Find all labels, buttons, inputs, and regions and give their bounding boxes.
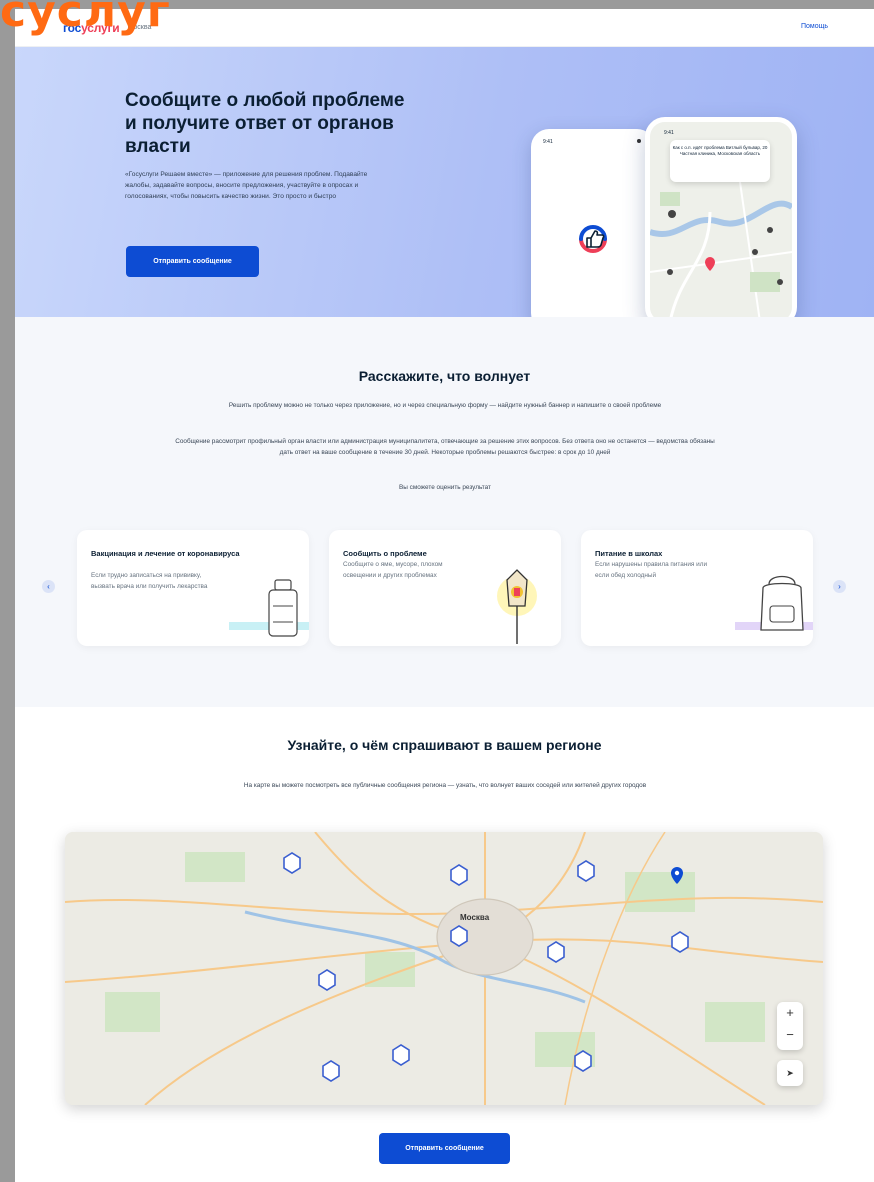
map-pin-icon: [705, 257, 715, 271]
region-title: Узнайте, о чём спрашивают в вашем регион…: [287, 737, 602, 753]
talk-title: Расскажите, что волнует: [358, 368, 531, 384]
backpack-icon: [760, 575, 804, 631]
chevron-right-icon[interactable]: ›: [833, 580, 846, 593]
chevron-left-icon[interactable]: ‹: [42, 580, 55, 593]
phone-mockup-front: 9:41 Как с о.п. идёт проблема Витлый бул…: [645, 117, 797, 327]
talk-paragraph-3: Вы сможете оценить результат: [399, 484, 491, 491]
hero-title: Сообщите о любой проблеме и получите отв…: [125, 90, 405, 157]
phone-time: 9:41: [543, 139, 553, 145]
hero-description: «Госуслуги Решаем вместе» — приложение д…: [125, 171, 368, 200]
medicine-bottle-icon: [268, 579, 298, 637]
phone-mockup-back: 9:41: [531, 129, 655, 331]
talk-paragraph-2: Сообщение рассмотрит профильный орган вл…: [175, 438, 715, 456]
card-text: Если трудно записаться на прививку, вызв…: [91, 572, 208, 590]
help-link[interactable]: Помощь: [801, 23, 828, 30]
locate-icon[interactable]: ➤: [777, 1060, 803, 1086]
card-title: Вакцинация и лечение от коронавируса: [91, 549, 240, 558]
map-city-label: Москва: [460, 913, 490, 922]
overlay-brand-text: суслуг: [0, 0, 171, 37]
talk-paragraph-1: Решить проблему можно не только через пр…: [228, 402, 662, 409]
zoom-in-button[interactable]: +: [777, 1002, 803, 1024]
send-message-bottom-button[interactable]: Отправить сообщение: [379, 1133, 510, 1164]
region-description: На карте вы можете посмотреть все публич…: [243, 782, 647, 789]
card-vaccination[interactable]: Вакцинация и лечение от коронавируса Есл…: [77, 530, 309, 646]
card-report-problem[interactable]: Сообщить о проблеме Сообщите о яме, мусо…: [329, 530, 561, 646]
send-message-button[interactable]: Отправить сообщение: [126, 246, 259, 277]
phone-front-time: 9:41: [664, 130, 674, 136]
zoom-control: + −: [777, 1002, 803, 1050]
thumbs-up-icon: [579, 225, 607, 253]
card-text: Сообщите о яме, мусоре, плохом освещении…: [343, 561, 443, 579]
region-map[interactable]: Москва + − ➤: [65, 832, 823, 1105]
page: госуслуги Москва Помощь Сообщите о любой…: [15, 9, 874, 1182]
camera-dot: [637, 139, 641, 143]
phone-popup-card: Как с о.п. идёт проблема Витлый бульвар,…: [670, 140, 770, 182]
card-title: Питание в школах: [595, 549, 663, 558]
card-title: Сообщить о проблеме: [343, 549, 427, 558]
map-canvas: Москва: [65, 832, 823, 1105]
hero-banner: Сообщите о любой проблеме и получите отв…: [15, 47, 874, 331]
card-school-meals[interactable]: Питание в школах Если нарушены правила п…: [581, 530, 813, 646]
zoom-out-button[interactable]: −: [777, 1024, 803, 1046]
tell-what-worries-section: Расскажите, что волнует Решить проблему …: [15, 317, 874, 707]
street-lamp-icon: [497, 569, 537, 644]
card-text: Если нарушены правила питания или если о…: [595, 561, 708, 579]
